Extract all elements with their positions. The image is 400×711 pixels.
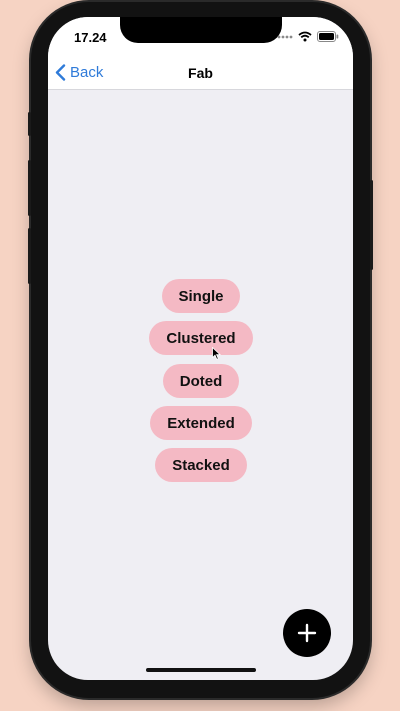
clustered-button[interactable]: Clustered [149,321,253,355]
wifi-icon [298,31,312,42]
single-button[interactable]: Single [162,279,240,313]
plus-icon [297,623,317,643]
navigation-bar: Back Fab [48,61,353,90]
mouse-pointer-icon [212,346,222,365]
notch [120,17,282,43]
status-time: 17.24 [74,30,107,45]
status-icons [277,31,339,42]
fab-add-button[interactable] [283,609,331,657]
side-button-volume-down [28,228,31,284]
app-screen: 17.24 Back Fab Single Clustered Doted Ex… [48,17,353,680]
side-button-mute [28,112,31,136]
battery-icon [317,31,339,42]
stacked-button[interactable]: Stacked [155,448,247,482]
doted-button[interactable]: Doted [163,364,239,398]
side-button-power [370,180,373,270]
extended-button[interactable]: Extended [150,406,252,440]
status-bar: 17.24 [48,17,353,61]
home-indicator[interactable] [146,668,256,672]
page-title: Fab [188,65,213,81]
side-button-volume-up [28,160,31,216]
cellular-dots-icon [277,35,293,38]
